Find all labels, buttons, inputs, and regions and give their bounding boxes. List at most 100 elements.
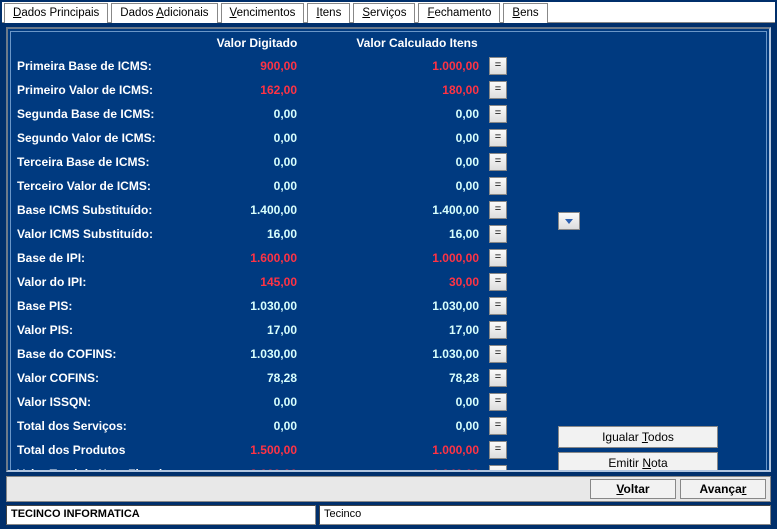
tab-4[interactable]: Serviços xyxy=(353,3,415,23)
row-label: Segundo Valor de ICMS: xyxy=(17,131,187,145)
equalize-button[interactable]: = xyxy=(489,321,507,339)
row-label: Valor ICMS Substituído: xyxy=(17,227,187,241)
valor-digitado[interactable]: 0,00 xyxy=(187,107,327,121)
table-row: Base de IPI:1.600,001.000,00= xyxy=(17,246,552,270)
equalize-button[interactable]: = xyxy=(489,81,507,99)
equalize-button[interactable]: = xyxy=(489,153,507,171)
equalize-button[interactable]: = xyxy=(489,297,507,315)
equalize-button[interactable]: = xyxy=(489,57,507,75)
tab-6[interactable]: Bens xyxy=(503,3,547,23)
dropdown-button[interactable] xyxy=(558,212,580,230)
valor-calculado: 0,00 xyxy=(327,107,489,121)
table-row: Valor Total da Nota Fiscal:2.000,001.046… xyxy=(17,462,552,472)
valor-calculado: 1.400,00 xyxy=(327,203,489,217)
valor-calculado: 1.046,00 xyxy=(327,467,489,472)
row-label: Terceira Base de ICMS: xyxy=(17,155,187,169)
nav-bar: Voltar Avançar xyxy=(6,476,771,502)
equalize-button[interactable]: = xyxy=(489,441,507,459)
valor-digitado[interactable]: 1.400,00 xyxy=(187,203,327,217)
valor-digitado[interactable]: 0,00 xyxy=(187,395,327,409)
row-label: Primeiro Valor de ICMS: xyxy=(17,83,187,97)
equalize-button[interactable]: = xyxy=(489,345,507,363)
valor-digitado[interactable]: 1.030,00 xyxy=(187,347,327,361)
app-window: Dados PrincipaisDados AdicionaisVencimen… xyxy=(0,0,777,529)
valor-digitado[interactable]: 1.030,00 xyxy=(187,299,327,313)
igualar-todos-button[interactable]: Igualar Todos xyxy=(558,426,718,448)
valor-calculado: 0,00 xyxy=(327,395,489,409)
equalize-button[interactable]: = xyxy=(489,417,507,435)
table-row: Valor COFINS:78,2878,28= xyxy=(17,366,552,390)
emitir-nota-button[interactable]: Emitir Nota xyxy=(558,452,718,472)
table-row: Base PIS:1.030,001.030,00= xyxy=(17,294,552,318)
avancar-button[interactable]: Avançar xyxy=(680,479,766,499)
equalize-button[interactable]: = xyxy=(489,225,507,243)
row-label: Base ICMS Substituído: xyxy=(17,203,187,217)
equalize-button[interactable]: = xyxy=(489,369,507,387)
status-user: Tecinco xyxy=(319,505,771,525)
table-row: Primeiro Valor de ICMS:162,00180,00= xyxy=(17,78,552,102)
table-row: Terceira Base de ICMS:0,000,00= xyxy=(17,150,552,174)
row-label: Terceiro Valor de ICMS: xyxy=(17,179,187,193)
valor-digitado[interactable]: 0,00 xyxy=(187,131,327,145)
table-header: Valor Digitado Valor Calculado Itens xyxy=(17,34,552,54)
valor-digitado[interactable]: 145,00 xyxy=(187,275,327,289)
equalize-button[interactable]: = xyxy=(489,393,507,411)
table-row: Terceiro Valor de ICMS:0,000,00= xyxy=(17,174,552,198)
table-row: Valor PIS:17,0017,00= xyxy=(17,318,552,342)
valor-digitado[interactable]: 0,00 xyxy=(187,155,327,169)
row-label: Segunda Base de ICMS: xyxy=(17,107,187,121)
tabs-bar: Dados PrincipaisDados AdicionaisVencimen… xyxy=(2,2,775,23)
equalize-button[interactable]: = xyxy=(489,249,507,267)
table-row: Valor ICMS Substituído:16,0016,00= xyxy=(17,222,552,246)
main-panel: Valor Digitado Valor Calculado Itens Pri… xyxy=(6,27,771,472)
row-label: Base de IPI: xyxy=(17,251,187,265)
valor-calculado: 30,00 xyxy=(327,275,489,289)
value-table: Valor Digitado Valor Calculado Itens Pri… xyxy=(17,34,552,472)
equalize-button[interactable]: = xyxy=(489,465,507,472)
valor-digitado[interactable]: 78,28 xyxy=(187,371,327,385)
equalize-button[interactable]: = xyxy=(489,177,507,195)
table-row: Valor do IPI:145,0030,00= xyxy=(17,270,552,294)
valor-digitado[interactable]: 162,00 xyxy=(187,83,327,97)
tab-0[interactable]: Dados Principais xyxy=(4,3,108,23)
valor-digitado[interactable]: 900,00 xyxy=(187,59,327,73)
valor-digitado[interactable]: 0,00 xyxy=(187,419,327,433)
equalize-button[interactable]: = xyxy=(489,105,507,123)
row-label: Valor PIS: xyxy=(17,323,187,337)
table-row: Base ICMS Substituído:1.400,001.400,00= xyxy=(17,198,552,222)
tab-3[interactable]: Itens xyxy=(307,3,350,23)
valor-calculado: 0,00 xyxy=(327,179,489,193)
row-label: Valor do IPI: xyxy=(17,275,187,289)
equalize-button[interactable]: = xyxy=(489,273,507,291)
row-label: Total dos Serviços: xyxy=(17,419,187,433)
valor-digitado[interactable]: 2.000,00 xyxy=(187,467,327,472)
valor-digitado[interactable]: 17,00 xyxy=(187,323,327,337)
equalize-button[interactable]: = xyxy=(489,129,507,147)
side-buttons: Igualar Todos Emitir Nota xyxy=(558,426,738,472)
tab-5[interactable]: Fechamento xyxy=(418,3,500,23)
valor-digitado[interactable]: 16,00 xyxy=(187,227,327,241)
status-bar: TECINCO INFORMATICA Tecinco xyxy=(6,505,771,525)
row-label: Primeira Base de ICMS: xyxy=(17,59,187,73)
table-row: Total dos Produtos1.500,001.000,00= xyxy=(17,438,552,462)
valor-calculado: 78,28 xyxy=(327,371,489,385)
header-digitado: Valor Digitado xyxy=(187,36,327,50)
valor-digitado[interactable]: 1.600,00 xyxy=(187,251,327,265)
valor-calculado: 0,00 xyxy=(327,419,489,433)
equalize-button[interactable]: = xyxy=(489,201,507,219)
valor-calculado: 0,00 xyxy=(327,131,489,145)
valor-calculado: 0,00 xyxy=(327,155,489,169)
voltar-button[interactable]: Voltar xyxy=(590,479,676,499)
valor-digitado[interactable]: 1.500,00 xyxy=(187,443,327,457)
row-label: Total dos Produtos xyxy=(17,443,187,457)
tab-1[interactable]: Dados Adicionais xyxy=(111,3,217,23)
valor-calculado: 1.030,00 xyxy=(327,299,489,313)
fechamento-panel: Valor Digitado Valor Calculado Itens Pri… xyxy=(10,31,767,472)
valor-calculado: 1.000,00 xyxy=(327,443,489,457)
row-label: Valor ISSQN: xyxy=(17,395,187,409)
tab-2[interactable]: Vencimentos xyxy=(221,3,305,23)
valor-digitado[interactable]: 0,00 xyxy=(187,179,327,193)
row-label: Valor Total da Nota Fiscal: xyxy=(17,467,187,472)
table-row: Segunda Base de ICMS:0,000,00= xyxy=(17,102,552,126)
valor-calculado: 1.000,00 xyxy=(327,59,489,73)
